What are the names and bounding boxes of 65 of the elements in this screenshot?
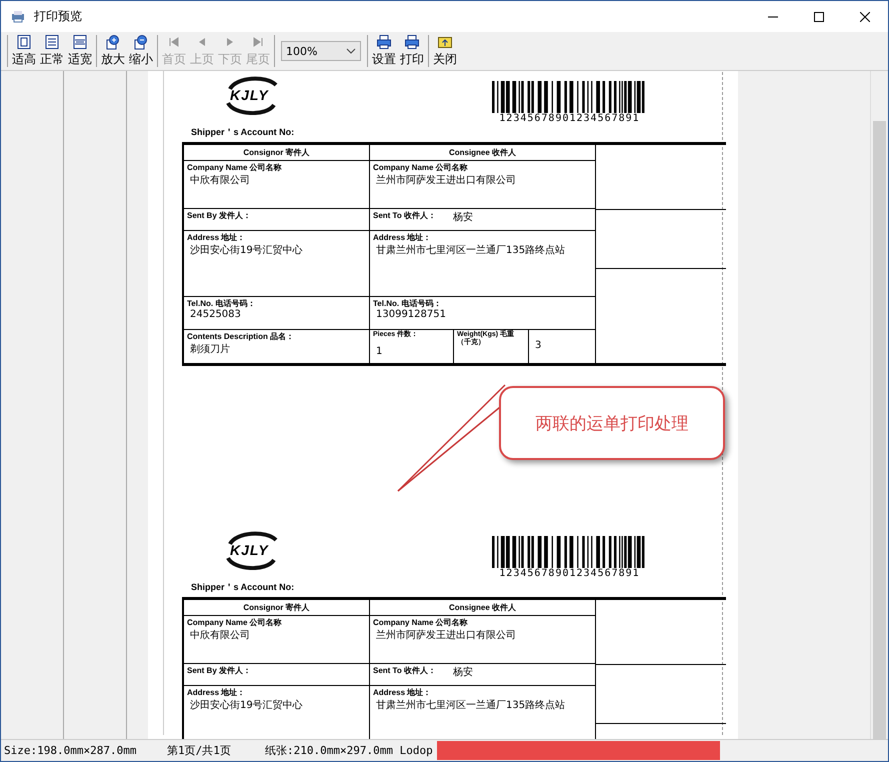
weight-value: 3 xyxy=(534,340,542,351)
window-title: 打印预览 xyxy=(34,8,82,25)
zoom-out-button[interactable]: 缩小 xyxy=(127,34,155,68)
status-size: Size:198.0mm×287.0mm xyxy=(3,744,138,757)
field-value: 沙田安心街19号汇贸中心 xyxy=(189,698,304,712)
folder-icon xyxy=(437,34,453,50)
field-value: 兰州市阿萨发王进出口有限公司 xyxy=(375,174,517,187)
zoom-in-icon xyxy=(105,34,121,50)
field-label: Sent To 收件人： xyxy=(373,210,436,221)
field-label: Sent By 发件人： xyxy=(187,665,252,676)
field-label: Tel.No. 电话号码： xyxy=(373,298,442,309)
fit-height-icon xyxy=(16,34,32,50)
account-label: Shipper＇s Account No: xyxy=(191,126,296,139)
printer-icon xyxy=(404,34,420,50)
pieces-value: 1 xyxy=(375,346,382,357)
field-label: Tel.No. 电话号码： xyxy=(187,298,256,309)
setup-button[interactable]: 设置 xyxy=(370,34,398,68)
field-value: 剃须刀片 xyxy=(189,342,231,356)
printer-icon xyxy=(10,8,26,24)
column-header: Consignee 收件人 xyxy=(448,147,516,158)
status-paper: 纸张:210.0mm×297.0mm Lodop xyxy=(264,743,433,758)
barcode-number: 12345678901234567891 xyxy=(499,113,640,124)
printer-icon xyxy=(376,34,392,50)
normal-button[interactable]: 正常 xyxy=(38,34,66,68)
field-label: Sent To 收件人： xyxy=(373,665,436,676)
field-label: Company Name 公司名称 xyxy=(373,162,469,173)
fit-width-button[interactable]: 适宽 xyxy=(66,34,94,68)
zoom-select[interactable]: 100% xyxy=(281,41,361,61)
field-value: 中欣有限公司 xyxy=(189,628,251,642)
company-logo: KJLY xyxy=(222,75,282,115)
zoom-in-button[interactable]: 放大 xyxy=(99,34,127,68)
print-button[interactable]: 打印 xyxy=(398,34,426,68)
close-button[interactable]: 关闭 xyxy=(431,34,459,68)
column-header: Consignee 收件人 xyxy=(448,602,516,613)
field-label: Contents Description 品名： xyxy=(187,331,296,342)
scrollbar-thumb[interactable] xyxy=(873,121,886,739)
field-value: 沙田安心街19号汇贸中心 xyxy=(189,244,304,257)
company-logo: KJLY xyxy=(222,530,282,570)
field-label: Address 地址： xyxy=(187,687,246,698)
field-label: Company Name 公司名称 xyxy=(373,617,469,628)
field-value: 13099128751 xyxy=(375,309,447,320)
field-label: Address 地址： xyxy=(373,232,432,243)
field-value: 杨安 xyxy=(452,210,473,224)
field-label: Address 地址： xyxy=(187,232,246,243)
callout: 两联的运单打印处理 xyxy=(499,386,725,460)
field-value: 甘肃兰州市七里河区一兰通厂135路终点站 xyxy=(375,698,566,712)
status-page: 第1页/共1页 xyxy=(166,743,232,758)
field-value: 24525083 xyxy=(189,309,242,320)
field-label: Company Name 公司名称 xyxy=(187,162,283,173)
page-lines-icon xyxy=(44,34,60,50)
barcode-number: 12345678901234567891 xyxy=(499,568,640,579)
fit-height-button[interactable]: 适高 xyxy=(10,34,38,68)
field-value: 兰州市阿萨发王进出口有限公司 xyxy=(375,628,517,642)
field-label: Address 地址： xyxy=(373,687,432,698)
field-label: Sent By 发件人： xyxy=(187,210,252,221)
zoom-out-icon xyxy=(133,34,149,50)
field-value: 杨安 xyxy=(452,666,473,679)
column-header: Consignor 寄件人 xyxy=(243,602,310,613)
field-label: Company Name 公司名称 xyxy=(187,617,283,628)
field-value: 中欣有限公司 xyxy=(189,174,251,187)
field-value: 甘肃兰州市七里河区一兰通厂135路终点站 xyxy=(375,244,566,257)
caret-icon xyxy=(346,48,356,54)
column-header: Consignor 寄件人 xyxy=(243,147,310,158)
account-label: Shipper＇s Account No: xyxy=(191,581,296,594)
fit-width-icon xyxy=(72,34,88,50)
